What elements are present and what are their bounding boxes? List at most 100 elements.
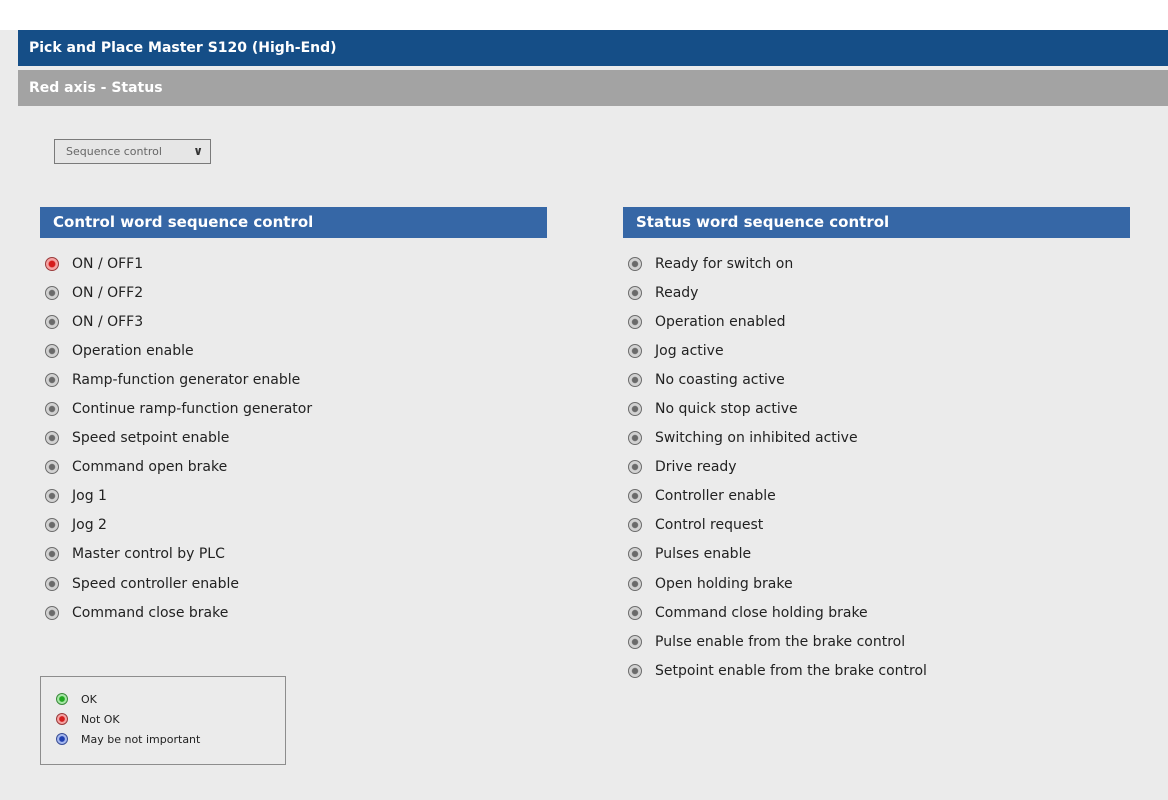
page-subtitle: Red axis - Status xyxy=(29,80,163,96)
status-led-gray-icon xyxy=(628,343,642,358)
control-signal-row: Operation enable xyxy=(45,336,312,365)
control-signal-row-label: Command open brake xyxy=(72,459,228,476)
status-led-gray-icon xyxy=(45,518,59,533)
control-signal-row-label: Jog 2 xyxy=(72,517,107,534)
status-signal-row: No coasting active xyxy=(628,365,927,394)
status-word-header: Status word sequence control xyxy=(623,207,1130,238)
page-title: Pick and Place Master S120 (High-End) xyxy=(29,40,337,56)
status-led-gray-icon xyxy=(45,431,59,446)
control-signal-row: ON / OFF3 xyxy=(45,307,312,336)
status-signal-row: Open holding brake xyxy=(628,569,927,598)
view-select-value: Sequence control xyxy=(66,145,162,158)
status-led-gray-icon xyxy=(45,402,59,417)
page-subtitle-bar: Red axis - Status xyxy=(18,70,1168,106)
legend-item: OK xyxy=(56,689,285,709)
status-led-green-icon xyxy=(56,693,68,705)
status-led-red-icon xyxy=(56,713,68,725)
status-led-gray-icon xyxy=(628,402,642,417)
status-led-gray-icon xyxy=(45,547,59,562)
status-signal-row-label: Operation enabled xyxy=(655,313,786,330)
status-led-gray-icon xyxy=(45,285,59,300)
legend-item-label: Not OK xyxy=(81,712,120,726)
status-signal-row-label: Pulse enable from the brake control xyxy=(655,633,906,650)
status-signal-row-label: Pulses enable xyxy=(655,546,752,563)
status-led-red-icon xyxy=(45,256,59,271)
legend-item: Not OK xyxy=(56,709,285,729)
control-signal-row-label: ON / OFF2 xyxy=(72,284,144,301)
legend-box: OK Not OK May be not important xyxy=(40,676,286,765)
page-title-bar: Pick and Place Master S120 (High-End) xyxy=(18,30,1168,66)
status-signal-row: No quick stop active xyxy=(628,394,927,423)
control-signal-row: ON / OFF1 xyxy=(45,249,312,278)
status-led-gray-icon xyxy=(628,576,642,591)
status-signal-row-label: Ready for switch on xyxy=(655,255,794,272)
status-led-gray-icon xyxy=(628,489,642,504)
legend-item-label: OK xyxy=(81,692,97,706)
status-led-gray-icon xyxy=(45,489,59,504)
status-led-gray-icon xyxy=(628,256,642,271)
status-signal-row: Operation enabled xyxy=(628,307,927,336)
view-select-dropdown[interactable]: Sequence control ∨ xyxy=(54,139,211,164)
status-led-gray-icon xyxy=(45,605,59,620)
status-signal-row-label: Open holding brake xyxy=(655,575,793,592)
status-led-gray-icon xyxy=(628,431,642,446)
control-signal-row: Ramp-function generator enable xyxy=(45,365,312,394)
control-word-list: ON / OFF1 ON / OFF2 ON / OFF3 Operation ena… xyxy=(45,249,312,627)
status-signal-row: Command close holding brake xyxy=(628,598,927,627)
status-led-gray-icon xyxy=(628,634,642,649)
control-signal-row: Master control by PLC xyxy=(45,540,312,569)
control-signal-row-label: Ramp-function generator enable xyxy=(72,371,301,388)
status-signal-row-label: Switching on inhibited active xyxy=(655,430,858,447)
status-signal-row-label: No coasting active xyxy=(655,371,785,388)
status-led-gray-icon xyxy=(628,518,642,533)
control-signal-row: Jog 1 xyxy=(45,482,312,511)
control-signal-row: Command open brake xyxy=(45,453,312,482)
control-signal-row: ON / OFF2 xyxy=(45,278,312,307)
status-signal-row-label: Command close holding brake xyxy=(655,604,868,621)
control-signal-row: Continue ramp-function generator xyxy=(45,394,312,423)
status-signal-row: Ready for switch on xyxy=(628,249,927,278)
status-led-gray-icon xyxy=(628,314,642,329)
chevron-down-icon: ∨ xyxy=(193,144,203,158)
status-led-gray-icon xyxy=(45,314,59,329)
status-led-gray-icon xyxy=(45,460,59,475)
status-signal-row: Controller enable xyxy=(628,482,927,511)
control-signal-row-label: ON / OFF1 xyxy=(72,255,144,272)
control-signal-row: Speed controller enable xyxy=(45,569,312,598)
status-word-title: Status word sequence control xyxy=(636,213,890,231)
control-signal-row-label: Master control by PLC xyxy=(72,546,225,563)
status-led-gray-icon xyxy=(45,576,59,591)
status-signal-row-label: Control request xyxy=(655,517,764,534)
control-signal-row: Jog 2 xyxy=(45,511,312,540)
status-signal-row-label: Setpoint enable from the brake control xyxy=(655,662,927,679)
control-signal-row-label: Jog 1 xyxy=(72,488,107,505)
status-signal-row-label: Jog active xyxy=(655,342,724,359)
control-signal-row-label: Speed setpoint enable xyxy=(72,430,230,447)
control-signal-row-label: Command close brake xyxy=(72,604,229,621)
status-signal-row: Drive ready xyxy=(628,453,927,482)
status-led-gray-icon xyxy=(628,605,642,620)
status-signal-row: Pulse enable from the brake control xyxy=(628,627,927,656)
status-signal-row: Control request xyxy=(628,511,927,540)
status-led-gray-icon xyxy=(628,547,642,562)
control-signal-row-label: Operation enable xyxy=(72,342,194,359)
status-signal-row-label: No quick stop active xyxy=(655,401,798,418)
status-signal-row-label: Ready xyxy=(655,284,699,301)
status-signal-row-label: Controller enable xyxy=(655,488,776,505)
status-signal-row-label: Drive ready xyxy=(655,459,737,476)
status-signal-row: Switching on inhibited active xyxy=(628,424,927,453)
control-signal-row-label: Speed controller enable xyxy=(72,575,240,592)
status-signal-row: Setpoint enable from the brake control xyxy=(628,656,927,685)
status-word-list: Ready for switch on Ready Operation enable… xyxy=(628,249,927,685)
status-signal-row: Ready xyxy=(628,278,927,307)
status-led-gray-icon xyxy=(628,285,642,300)
control-word-header: Control word sequence control xyxy=(40,207,547,238)
legend-item-label: May be not important xyxy=(81,732,201,746)
status-led-gray-icon xyxy=(628,460,642,475)
control-word-title: Control word sequence control xyxy=(53,213,314,231)
control-signal-row-label: ON / OFF3 xyxy=(72,313,144,330)
status-led-blue-icon xyxy=(56,733,68,745)
status-signal-row: Pulses enable xyxy=(628,540,927,569)
status-led-gray-icon xyxy=(45,372,59,387)
status-led-gray-icon xyxy=(628,663,642,678)
